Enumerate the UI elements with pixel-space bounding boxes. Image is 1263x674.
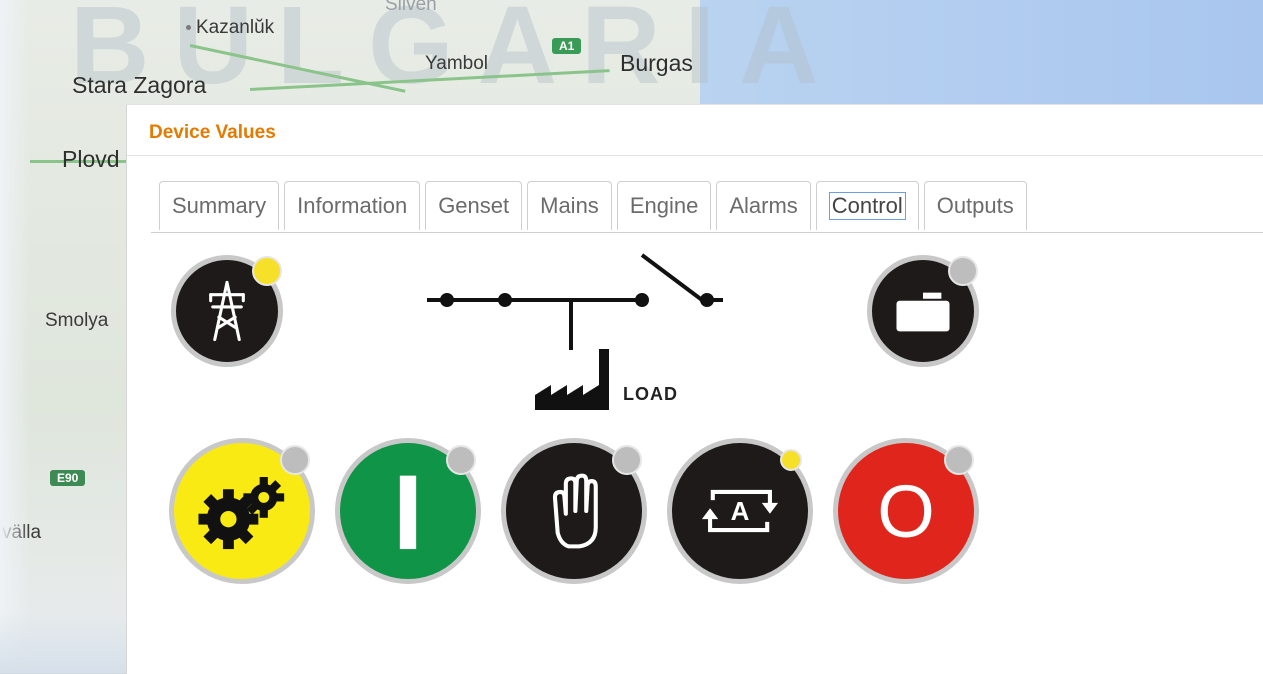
test-mode-button[interactable] — [169, 438, 315, 584]
factory-icon — [535, 349, 609, 410]
tab-label: Summary — [172, 193, 267, 218]
status-indicator — [446, 445, 476, 475]
load-label: LOAD — [623, 384, 678, 404]
tab-label: Mains — [540, 193, 599, 218]
tab-mains[interactable]: Mains — [527, 181, 612, 230]
tab-summary[interactable]: Summary — [159, 181, 280, 230]
road-shield: A1 — [552, 38, 582, 54]
tab-label: Control — [828, 192, 906, 220]
manual-mode-button[interactable] — [501, 438, 647, 584]
tab-outputs[interactable]: Outputs — [923, 181, 1027, 230]
tab-label: Engine — [629, 193, 699, 218]
status-indicator — [280, 445, 310, 475]
status-indicator — [944, 445, 974, 475]
tab-control[interactable]: Control — [815, 181, 919, 230]
edge-fade — [0, 0, 30, 673]
tab-engine[interactable]: Engine — [616, 181, 712, 230]
tab-information[interactable]: Information — [284, 181, 421, 230]
tab-bar: Summary Information Genset Mains Engine … — [159, 181, 1032, 233]
start-button[interactable] — [335, 438, 481, 584]
single-line-diagram — [427, 253, 723, 410]
tab-label: Alarms — [729, 193, 798, 218]
status-indicator — [612, 445, 642, 475]
auto-mode-button[interactable]: A — [667, 438, 813, 584]
road-shield: E90 — [50, 470, 86, 486]
divider — [127, 155, 1263, 156]
city-name: Kazanlŭk — [196, 17, 275, 38]
status-indicator — [252, 256, 282, 286]
mains-breaker-button[interactable] — [171, 255, 283, 367]
status-indicator — [780, 449, 802, 471]
panel-title: Device Values — [149, 122, 276, 143]
tab-label: Information — [297, 193, 408, 218]
tab-genset[interactable]: Genset — [425, 181, 523, 230]
tab-label: Genset — [438, 193, 510, 218]
status-indicator — [948, 256, 978, 286]
tab-label: Outputs — [936, 193, 1014, 218]
city-label: Smolya — [45, 310, 109, 331]
city-label: Sliven — [385, 0, 437, 15]
city-dot — [186, 25, 191, 31]
tab-alarms[interactable]: Alarms — [716, 181, 811, 230]
genset-breaker-button[interactable] — [867, 255, 979, 367]
city-label: Yambol — [425, 53, 489, 74]
stop-button[interactable]: O — [833, 438, 979, 584]
device-values-panel: Device Values Summary Information Genset… — [126, 104, 1263, 674]
city-label: Kazanlŭk — [186, 17, 274, 39]
tabs-divider — [151, 232, 1263, 233]
